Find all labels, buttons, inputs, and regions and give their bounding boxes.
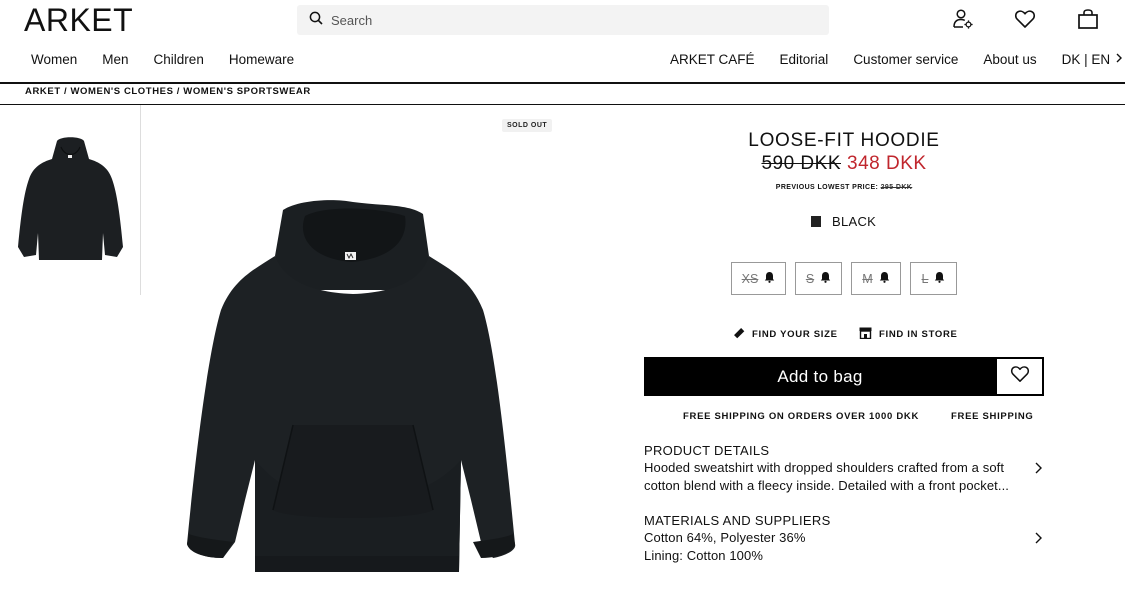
find-your-size-label: FIND YOUR SIZE: [752, 329, 838, 340]
size-option-l[interactable]: L: [910, 262, 957, 295]
add-to-wishlist-button[interactable]: [995, 357, 1044, 396]
size-selector: XS S M L: [731, 262, 957, 295]
color-name: BLACK: [832, 214, 877, 229]
product-title: LOOSE-FIT HOODIE: [748, 130, 940, 151]
nav-cafe[interactable]: ARKET CAFÉ: [670, 52, 755, 67]
size-label: M: [862, 271, 873, 286]
previous-lowest-label: PREVIOUS LOWEST PRICE:: [775, 184, 879, 191]
nav-children[interactable]: Children: [154, 52, 204, 67]
product-thumbnail[interactable]: [15, 135, 126, 267]
thumbnail-column: [0, 105, 141, 295]
size-option-s[interactable]: S: [795, 262, 842, 295]
bell-icon: [934, 271, 945, 286]
logo[interactable]: ARKET: [24, 2, 133, 39]
nav-women[interactable]: Women: [31, 52, 77, 67]
previous-lowest-value: 295 DKK: [880, 184, 913, 191]
search-icon: [309, 11, 323, 30]
bell-icon: [764, 271, 775, 286]
search-input[interactable]: [331, 12, 811, 28]
materials-line: Lining: Cotton 100%: [644, 547, 763, 563]
color-selector[interactable]: BLACK: [811, 214, 876, 229]
materials-line: Cotton 64%, Polyester 36%: [644, 530, 806, 545]
bell-icon: [820, 271, 831, 286]
account-icon[interactable]: [952, 8, 974, 35]
price: 590 DKK 348 DKK: [644, 153, 1044, 175]
bag-icon[interactable]: [1077, 8, 1099, 35]
materials-text: Cotton 64%, Polyester 36% Lining: Cotton…: [644, 529, 1014, 564]
nav-men[interactable]: Men: [102, 52, 128, 67]
sale-price: 348 DKK: [847, 153, 927, 174]
bell-icon: [879, 271, 890, 286]
breadcrumb[interactable]: ARKET / WOMEN'S CLOTHES / WOMEN'S SPORTS…: [25, 86, 311, 97]
product-details-line: Hooded sweatshirt with dropped shoulders…: [644, 460, 1005, 475]
shipping-note: FREE SHIPPING ON ORDERS OVER 1000 DKK: [683, 411, 920, 422]
secondary-nav: ARKET CAFÉ Editorial Customer service Ab…: [670, 52, 1124, 67]
product-details-line: cotton blend with a fleecy inside. Detai…: [644, 477, 1010, 493]
nav-homeware[interactable]: Homeware: [229, 52, 294, 67]
nav-customer-service[interactable]: Customer service: [853, 52, 958, 67]
add-to-bag-button[interactable]: Add to bag: [644, 357, 996, 396]
product-image[interactable]: [183, 200, 519, 580]
chevron-right-icon[interactable]: [1114, 52, 1124, 67]
original-price: 590 DKK: [761, 153, 841, 174]
product-details-title: PRODUCT DETAILS: [644, 443, 770, 458]
ruler-icon: [733, 327, 745, 342]
materials-title: MATERIALS AND SUPPLIERS: [644, 513, 831, 528]
nav-divider: [0, 82, 1125, 84]
chevron-right-icon[interactable]: [1033, 461, 1043, 480]
free-shipping-label: FREE SHIPPING: [951, 411, 1034, 422]
store-icon: [859, 327, 872, 342]
find-your-size-link[interactable]: FIND YOUR SIZE: [733, 327, 838, 342]
find-in-store-label: FIND IN STORE: [879, 329, 958, 340]
size-label: XS: [741, 271, 759, 286]
find-in-store-link[interactable]: FIND IN STORE: [859, 327, 958, 342]
chevron-right-icon[interactable]: [1033, 531, 1043, 550]
size-option-xs[interactable]: XS: [731, 262, 786, 295]
previous-lowest-price: PREVIOUS LOWEST PRICE: 295 DKK: [644, 184, 1044, 191]
search-bar[interactable]: [297, 5, 829, 35]
locale-selector[interactable]: DK | EN: [1062, 52, 1111, 67]
heart-icon: [1010, 365, 1030, 388]
size-label: S: [805, 271, 815, 286]
heart-icon[interactable]: [1014, 8, 1036, 35]
breadcrumb-divider: [0, 104, 1125, 105]
nav-editorial[interactable]: Editorial: [780, 52, 829, 67]
product-details-text: Hooded sweatshirt with dropped shoulders…: [644, 459, 1014, 494]
color-swatch[interactable]: [811, 216, 821, 227]
size-label: L: [921, 271, 929, 286]
main-nav: Women Men Children Homeware: [31, 52, 319, 67]
sold-out-badge: SOLD OUT: [502, 119, 553, 132]
nav-about-us[interactable]: About us: [983, 52, 1036, 67]
size-option-m[interactable]: M: [851, 262, 901, 295]
